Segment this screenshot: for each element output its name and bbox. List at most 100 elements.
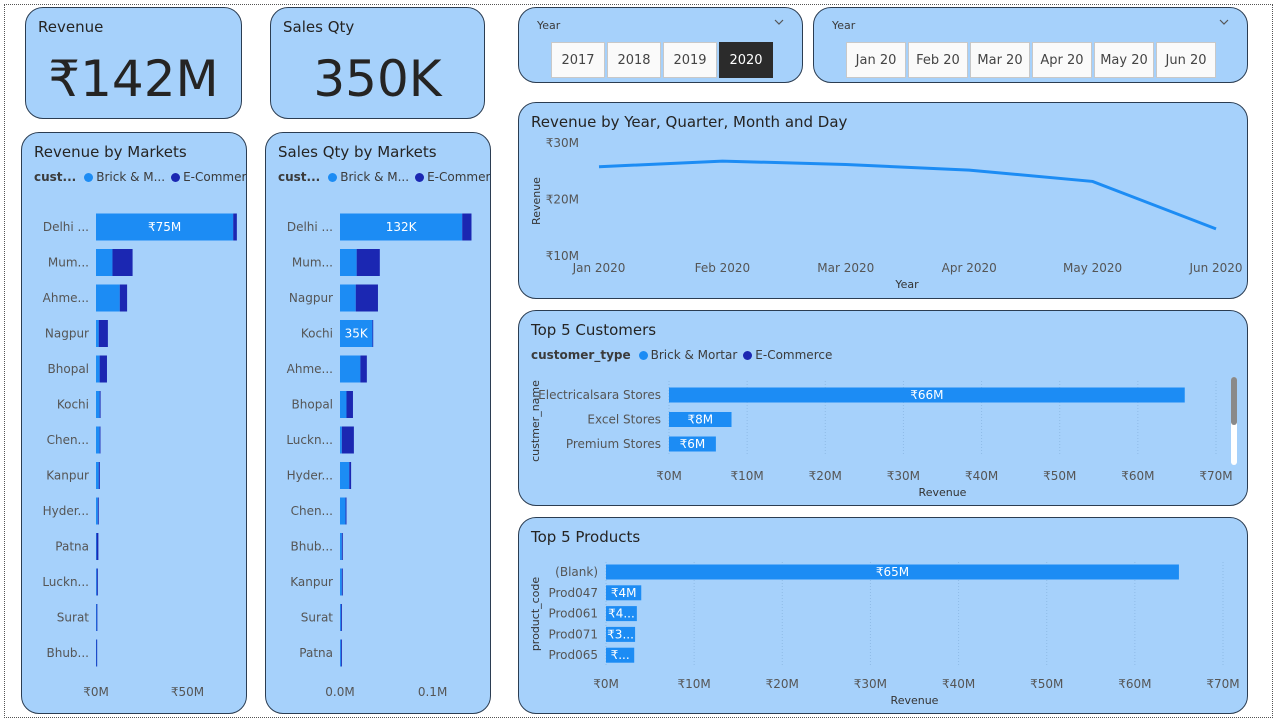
bar-e-commerce[interactable] <box>360 355 367 383</box>
bar-e-commerce[interactable] <box>346 391 353 418</box>
bar-e-commerce[interactable] <box>99 355 107 383</box>
year-slicer-label: Year <box>537 19 561 32</box>
bar-e-commerce[interactable] <box>372 320 374 347</box>
month-chip-feb[interactable]: Feb 20 <box>908 42 968 78</box>
bar-brick-mortar[interactable] <box>96 497 98 525</box>
bar-e-commerce[interactable] <box>96 639 98 667</box>
bar-brick-mortar[interactable] <box>96 462 99 489</box>
month-chip-jun[interactable]: Jun 20 <box>1156 42 1216 78</box>
revenue-line[interactable] <box>598 159 1217 231</box>
month-chip-apr[interactable]: Apr 20 <box>1032 42 1092 78</box>
bar-e-commerce[interactable] <box>341 533 343 560</box>
x-tick-label: 0.0M <box>325 685 354 699</box>
category-label: Hyder... <box>43 504 89 518</box>
revenue-kpi-card[interactable]: Revenue ₹142M <box>25 7 242 119</box>
bar-brick-mortar[interactable] <box>96 355 100 383</box>
bar-brick-mortar[interactable] <box>340 391 347 418</box>
top-products-card[interactable]: Top 5 Products ₹0M ₹10M ₹20M ₹30M ₹40M ₹50M ₹6… <box>518 517 1248 714</box>
bar-e-commerce[interactable] <box>233 213 237 241</box>
category-label: Prod071 <box>548 627 598 641</box>
chart-scrollbar[interactable] <box>1231 377 1237 465</box>
x-tick-label: ₹50M <box>1043 469 1076 483</box>
bar-brick-mortar[interactable] <box>340 426 342 454</box>
bar-brick-mortar[interactable] <box>340 497 346 525</box>
revenue-trend-card[interactable]: Revenue by Year, Quarter, Month and Day … <box>518 102 1248 299</box>
bar-e-commerce[interactable] <box>349 462 352 489</box>
bar-e-commerce[interactable] <box>99 426 101 454</box>
bar-e-commerce[interactable] <box>98 462 100 489</box>
bar-e-commerce[interactable] <box>98 320 108 347</box>
bar-brick-mortar[interactable] <box>96 320 99 347</box>
sales-qty-kpi-card[interactable]: Sales Qty 350K <box>270 7 485 119</box>
bar-brick-mortar[interactable] <box>96 284 120 312</box>
category-label: Bhopal <box>48 362 89 376</box>
data-label: 132K <box>386 220 418 234</box>
data-label: ₹6M <box>680 437 706 451</box>
category-label: Patna <box>299 646 333 660</box>
bar-brick-mortar[interactable] <box>340 533 342 560</box>
revenue-trend-chart[interactable]: ₹10M₹20M₹30MJan 2020 Feb 2020 Mar 2020 Apr … <box>519 103 1248 299</box>
year-slicer[interactable]: Year 2017 2018 2019 2020 <box>518 7 803 83</box>
chevron-down-icon[interactable] <box>774 17 784 27</box>
bar-e-commerce[interactable] <box>119 284 128 312</box>
bar-brick-mortar[interactable] <box>340 249 357 276</box>
category-label: Surat <box>57 611 90 625</box>
x-tick-label: Jun 2020 <box>1188 261 1242 275</box>
category-label: Delhi ... <box>287 220 333 234</box>
year-chip-2019[interactable]: 2019 <box>663 42 717 78</box>
x-tick-label: 0.1M <box>418 685 447 699</box>
bar-e-commerce[interactable] <box>341 568 343 596</box>
top-customers-chart[interactable]: ₹0M ₹10M ₹20M ₹30M ₹40M ₹50M ₹60M ₹70M Electrica… <box>519 311 1248 506</box>
bar-e-commerce[interactable] <box>340 639 342 667</box>
month-chip-mar[interactable]: Mar 20 <box>970 42 1030 78</box>
bar-e-commerce[interactable] <box>341 426 354 454</box>
category-label: Bhub... <box>46 646 89 660</box>
bar-brick-mortar[interactable] <box>340 355 361 383</box>
bar-brick-mortar[interactable] <box>340 462 350 489</box>
bar-brick-mortar[interactable] <box>340 284 356 312</box>
bar-brick-mortar[interactable] <box>96 426 100 454</box>
bar-e-commerce[interactable] <box>96 533 99 560</box>
bar-e-commerce[interactable] <box>355 284 378 312</box>
bar-e-commerce[interactable] <box>356 249 380 276</box>
bar-brick-mortar[interactable] <box>96 391 100 418</box>
month-chip-jan[interactable]: Jan 20 <box>846 42 906 78</box>
bar-e-commerce[interactable] <box>99 391 101 418</box>
x-tick-label: ₹60M <box>1121 469 1154 483</box>
sales-qty-kpi-value: 350K <box>313 50 442 108</box>
x-tick-label: ₹30M <box>854 677 887 691</box>
sales-qty-by-markets-chart[interactable]: Delhi ... 132K Mum... Nagpur Kochi 35K Ahme...… <box>266 133 491 714</box>
year-chip-2018[interactable]: 2018 <box>607 42 661 78</box>
scrollbar-thumb[interactable] <box>1231 377 1237 425</box>
bar-e-commerce[interactable] <box>96 604 98 631</box>
x-tick-label: ₹10M <box>678 677 711 691</box>
x-tick-label: ₹20M <box>809 469 842 483</box>
bar-e-commerce[interactable] <box>345 497 347 525</box>
chevron-down-icon[interactable] <box>1219 17 1229 27</box>
month-chip-may[interactable]: May 20 <box>1094 42 1154 78</box>
revenue-by-markets-chart[interactable]: Delhi ... ₹75M Mum... Ahme... Nagpur Bhopal Ko… <box>22 133 247 714</box>
category-label: Prod065 <box>548 648 598 662</box>
sales-qty-by-markets-card[interactable]: Sales Qty by Markets cust... Brick & M..… <box>265 132 491 714</box>
bar-e-commerce[interactable] <box>340 604 342 631</box>
data-label: ₹4... <box>608 607 635 621</box>
bar-brick-mortar[interactable] <box>340 568 342 596</box>
bar-brick-mortar[interactable] <box>96 568 97 596</box>
year-chip-2017[interactable]: 2017 <box>551 42 605 78</box>
top-customers-card[interactable]: Top 5 Customers customer_type Brick & Mo… <box>518 310 1248 506</box>
bar-brick-mortar[interactable] <box>96 249 113 276</box>
category-label: Kanpur <box>46 469 89 483</box>
bar-e-commerce[interactable] <box>112 249 133 276</box>
category-label: Patna <box>55 540 89 554</box>
bar-brick-mortar[interactable] <box>340 639 341 667</box>
bar-e-commerce[interactable] <box>462 213 472 241</box>
bar-e-commerce[interactable] <box>96 568 98 596</box>
top-products-chart[interactable]: ₹0M ₹10M ₹20M ₹30M ₹40M ₹50M ₹60M ₹70M (Blank) ₹6… <box>519 518 1248 714</box>
revenue-by-markets-card[interactable]: Revenue by Markets cust... Brick & M... … <box>21 132 247 714</box>
category-label: Ahme... <box>287 362 333 376</box>
data-label: ₹4M <box>611 586 637 600</box>
month-slicer[interactable]: Year Jan 20 Feb 20 Mar 20 Apr 20 May 20 … <box>813 7 1248 83</box>
bar-e-commerce[interactable] <box>97 497 99 525</box>
year-chip-2020[interactable]: 2020 <box>719 42 773 78</box>
bar-brick-mortar[interactable] <box>340 604 341 631</box>
